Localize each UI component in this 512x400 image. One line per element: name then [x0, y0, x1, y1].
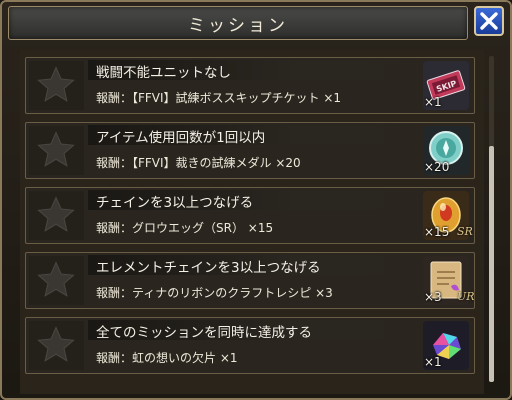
mission-reward: 報酬：【FFVI】試練ボススキップチケット ×1 — [96, 91, 342, 105]
star-icon — [37, 326, 75, 362]
window-header: ミッション — [8, 6, 468, 40]
mission-title: アイテム使用回数が1回以内 — [96, 130, 266, 146]
mission-status — [29, 126, 84, 175]
mission-row[interactable]: 全てのミッションを同時に達成する 報酬：虹の想いの欠片 ×1 ×1 — [25, 317, 475, 374]
close-icon — [480, 12, 498, 30]
mission-title: エレメントチェインを3以上つなげる — [96, 260, 321, 276]
reward-quantity: ×1 — [424, 355, 442, 369]
star-icon — [37, 196, 75, 232]
window-title: ミッション — [188, 16, 288, 36]
mission-status — [29, 321, 84, 370]
mission-reward: 報酬：グロウエッグ（SR） ×15 — [96, 221, 274, 235]
mission-title-bar: エレメントチェインを3以上つなげる — [88, 255, 436, 276]
scrollbar-thumb[interactable] — [489, 146, 494, 382]
mission-reward: 報酬：【FFVI】裁きの試練メダル ×20 — [96, 156, 301, 170]
mission-row[interactable]: チェインを3以上つなげる 報酬：グロウエッグ（SR） ×15 ×15 SR — [25, 187, 475, 244]
star-icon — [37, 131, 75, 167]
mission-status — [29, 191, 84, 240]
mission-row[interactable]: アイテム使用回数が1回以内 報酬：【FFVI】裁きの試練メダル ×20 ×20 — [25, 122, 475, 179]
mission-title-bar: アイテム使用回数が1回以内 — [88, 125, 436, 146]
mission-title: 全てのミッションを同時に達成する — [96, 325, 312, 341]
mission-reward: 報酬：ティナのリボンのクラフトレシピ ×3 — [96, 286, 333, 300]
close-button[interactable] — [474, 6, 504, 36]
mission-title: 戦闘不能ユニットなし — [96, 65, 231, 81]
reward-quantity: ×1 — [424, 95, 442, 109]
mission-status — [29, 61, 84, 110]
mission-title-bar: 全てのミッションを同時に達成する — [88, 320, 436, 341]
star-icon — [37, 66, 75, 102]
reward-quantity: ×20 — [424, 160, 450, 174]
mission-status — [29, 256, 84, 305]
rarity-badge: UR — [457, 290, 475, 303]
mission-row[interactable]: エレメントチェインを3以上つなげる 報酬：ティナのリボンのクラフトレシピ ×3 … — [25, 252, 475, 309]
reward-quantity: ×3 — [424, 290, 442, 304]
mission-reward: 報酬：虹の想いの欠片 ×1 — [96, 351, 238, 365]
rarity-badge: SR — [457, 225, 473, 238]
reward-quantity: ×15 — [424, 225, 450, 239]
mission-title-bar: 戦闘不能ユニットなし — [88, 60, 436, 81]
mission-row[interactable]: 戦闘不能ユニットなし 報酬：【FFVI】試練ボススキップチケット ×1 SKIP… — [25, 57, 475, 114]
mission-title-bar: チェインを3以上つなげる — [88, 190, 436, 211]
star-icon — [37, 261, 75, 297]
mission-title: チェインを3以上つなげる — [96, 195, 254, 211]
